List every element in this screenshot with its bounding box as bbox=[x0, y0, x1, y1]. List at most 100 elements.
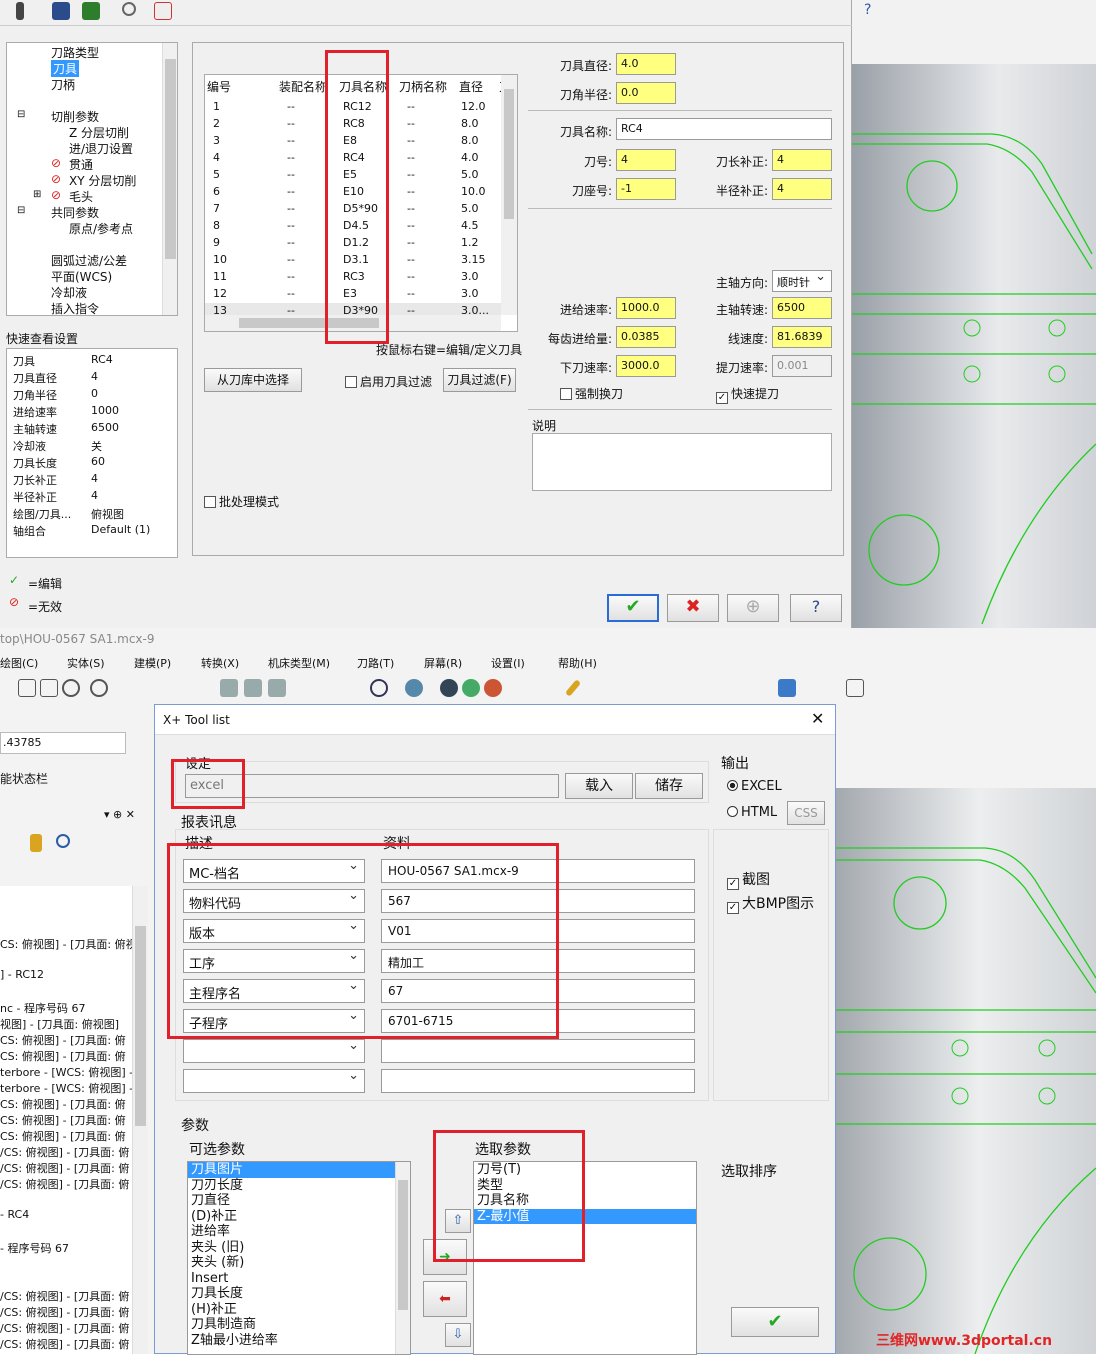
tree-item-plane[interactable]: 平面(WCS) bbox=[51, 268, 112, 285]
tree-item-through[interactable]: 贯通 bbox=[69, 156, 93, 173]
tree-item-leadinout[interactable]: 进/退刀设置 bbox=[69, 140, 133, 157]
pin-icon[interactable]: ▾ ⊕ ✕ bbox=[104, 808, 135, 821]
tree-item-insert[interactable]: 插入指令 bbox=[51, 300, 99, 315]
css-button[interactable]: CSS bbox=[787, 801, 825, 825]
zoom-window-icon[interactable] bbox=[40, 679, 58, 697]
cube-icon[interactable] bbox=[244, 679, 262, 697]
available-param-item[interactable]: 刀刃长度 bbox=[188, 1178, 410, 1194]
batch-mode-checkbox[interactable]: 批处理模式 bbox=[204, 493, 279, 510]
available-param-item[interactable]: Insert bbox=[188, 1271, 410, 1287]
table-header[interactable]: 直径 bbox=[459, 78, 483, 95]
load-button[interactable]: 载入 bbox=[565, 773, 633, 799]
remove-param-icon[interactable]: ⬅ bbox=[423, 1281, 467, 1317]
operation-item[interactable]: nc - 程序号码 67 bbox=[0, 1000, 85, 1016]
settings-icon[interactable] bbox=[778, 679, 796, 697]
save-button[interactable]: 储存 bbox=[635, 773, 703, 799]
render-icon[interactable] bbox=[440, 679, 458, 697]
select-icon[interactable] bbox=[30, 834, 42, 852]
save-green-icon[interactable] bbox=[82, 2, 100, 20]
table-header[interactable]: 刀柄名称 bbox=[399, 78, 447, 95]
report-data-field[interactable] bbox=[381, 1039, 695, 1063]
operation-item[interactable]: /CS: 俯视图] - [刀具面: 俯 bbox=[0, 1304, 129, 1320]
menu-item[interactable]: 屏幕(R) bbox=[424, 655, 462, 671]
operation-item[interactable]: /CS: 俯视图] - [刀具面: 俯 bbox=[0, 1176, 129, 1192]
globe-icon[interactable] bbox=[370, 679, 388, 697]
retract-rate-field[interactable]: 0.001 bbox=[772, 355, 832, 377]
zoom-icon[interactable] bbox=[18, 679, 36, 697]
menu-item[interactable]: 绘图(C) bbox=[0, 655, 38, 671]
cad-viewport-top[interactable]: ? bbox=[852, 0, 1096, 628]
force-change-checkbox[interactable]: 强制换刀 bbox=[560, 385, 623, 402]
tool-filter-checkbox[interactable]: 启用刀具过滤 bbox=[345, 373, 432, 390]
diameter-field[interactable]: 4.0 bbox=[616, 53, 676, 75]
menu-item[interactable]: 机床类型(M) bbox=[268, 655, 330, 671]
report-data-field[interactable] bbox=[381, 1069, 695, 1093]
search-icon[interactable] bbox=[122, 2, 136, 16]
rotate-icon[interactable] bbox=[90, 679, 108, 697]
grid-icon[interactable] bbox=[846, 679, 864, 697]
menu-item[interactable]: 转换(X) bbox=[201, 655, 239, 671]
collapse-icon[interactable]: ⊟ bbox=[17, 205, 25, 216]
tree-item-coolant[interactable]: 冷却液 bbox=[51, 284, 87, 301]
tree-item-burr[interactable]: 毛头 bbox=[69, 188, 93, 205]
operation-item[interactable]: /CS: 俯视图] - [刀具面: 俯 bbox=[0, 1320, 129, 1336]
available-scrollbar[interactable] bbox=[395, 1162, 410, 1354]
tree-item-common[interactable]: 共同参数 bbox=[51, 204, 99, 221]
excel-radio[interactable]: EXCEL bbox=[727, 779, 782, 794]
surface-speed-field[interactable]: 81.6839 bbox=[772, 326, 832, 348]
help-button[interactable]: ? bbox=[790, 594, 842, 622]
tool-filter-button[interactable]: 刀具过滤(F) bbox=[443, 368, 516, 392]
confirm-button[interactable]: ✔ bbox=[731, 1307, 819, 1337]
left-value-field[interactable]: .43785 bbox=[0, 732, 126, 754]
save-icon[interactable] bbox=[52, 2, 70, 20]
available-param-item[interactable]: 刀具长度 bbox=[188, 1286, 410, 1302]
operation-item[interactable]: terbore - [WCS: 俯视图] - [ bbox=[0, 1080, 132, 1096]
spindle-speed-field[interactable]: 6500 bbox=[772, 297, 832, 319]
table-vscrollbar[interactable] bbox=[501, 75, 517, 315]
operation-item[interactable]: 视图] - [刀具面: 俯视图] bbox=[0, 1016, 119, 1032]
operation-item[interactable]: - RC4 bbox=[0, 1208, 29, 1221]
available-param-item[interactable]: 刀具图片 bbox=[188, 1162, 410, 1178]
tree-item-tool[interactable]: 刀具 bbox=[51, 60, 80, 77]
menu-item[interactable]: 设置(I) bbox=[491, 655, 525, 671]
cube-icon[interactable] bbox=[268, 679, 286, 697]
operation-item[interactable]: /CS: 俯视图] - [刀具面: 俯 bbox=[0, 1160, 129, 1176]
tool-icon[interactable] bbox=[16, 2, 24, 20]
report-desc-select[interactable] bbox=[183, 1038, 365, 1063]
radius-comp-field[interactable]: 4 bbox=[772, 178, 832, 200]
close-icon[interactable]: ✕ bbox=[811, 709, 824, 728]
available-param-item[interactable]: 进给率 bbox=[188, 1224, 410, 1240]
tree-item-holder[interactable]: 刀柄 bbox=[51, 76, 75, 93]
tool-name-field[interactable]: RC4 bbox=[616, 118, 832, 140]
operation-item[interactable]: ] - RC12 bbox=[0, 968, 44, 981]
html-radio[interactable]: HTML bbox=[727, 805, 777, 820]
menu-item[interactable]: 实体(S) bbox=[67, 655, 105, 671]
library-button[interactable]: 从刀库中选择 bbox=[204, 368, 302, 392]
available-param-item[interactable]: (H)补正 bbox=[188, 1302, 410, 1318]
cad-viewport-bottom[interactable] bbox=[835, 788, 1096, 1354]
operation-item[interactable]: CS: 俯视图] - [刀具面: 俯 bbox=[0, 1032, 126, 1048]
ok-button[interactable]: ✔ bbox=[607, 594, 659, 622]
rapid-retract-checkbox[interactable]: ✓ 快速提刀 bbox=[716, 385, 779, 404]
tree-item-toolpath-type[interactable]: 刀路类型 bbox=[51, 44, 99, 61]
big-bmp-checkbox[interactable]: ✓ 大BMP图示 bbox=[727, 893, 814, 914]
available-param-item[interactable]: 刀具制造商 bbox=[188, 1317, 410, 1333]
zoom-in-icon[interactable] bbox=[62, 679, 80, 697]
available-param-item[interactable]: 刀直径 bbox=[188, 1193, 410, 1209]
available-param-item[interactable]: (D)补正 bbox=[188, 1209, 410, 1225]
cube-icon[interactable] bbox=[220, 679, 238, 697]
add-button[interactable]: ⊕ bbox=[727, 594, 779, 622]
operation-item[interactable]: terbore - [WCS: 俯视图] - [ bbox=[0, 1064, 132, 1080]
menu-item[interactable]: 帮助(H) bbox=[558, 655, 597, 671]
operation-item[interactable]: CS: 俯视图] - [刀具面: 俯 bbox=[0, 1112, 126, 1128]
delete-icon[interactable] bbox=[154, 2, 172, 20]
operation-item[interactable]: CS: 俯视图] - [刀具面: 俯 bbox=[0, 1128, 126, 1144]
note-textarea[interactable] bbox=[532, 433, 832, 491]
help-icon[interactable]: ? bbox=[864, 2, 871, 18]
help-icon[interactable] bbox=[56, 834, 70, 848]
expand-icon[interactable]: ⊞ bbox=[33, 189, 41, 200]
operation-item[interactable]: CS: 俯视图] - [刀具面: 俯 bbox=[0, 1048, 126, 1064]
operation-item[interactable]: - 程序号码 67 bbox=[0, 1240, 69, 1256]
spindle-direction-select[interactable]: 顺时针 bbox=[772, 269, 832, 292]
operation-item[interactable]: /CS: 俯视图] - [刀具面: 俯 bbox=[0, 1288, 129, 1304]
